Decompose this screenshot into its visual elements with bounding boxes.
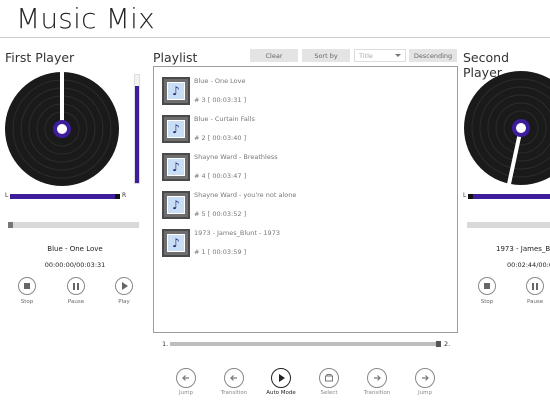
first-player-right-label: R bbox=[122, 192, 127, 199]
jump-forward-label: Jump bbox=[418, 390, 432, 396]
pause-icon bbox=[532, 282, 538, 290]
second-player-track: 1973 - James_Blunt bbox=[496, 245, 550, 253]
album-thumbnail: ♪ bbox=[162, 77, 190, 105]
first-player-seek-bar[interactable] bbox=[8, 222, 139, 228]
playlist-item-meta: # 2 [ 00:03:40 ] bbox=[194, 134, 247, 142]
second-player-pause-label: Pause bbox=[527, 299, 544, 305]
stop-icon bbox=[24, 283, 30, 289]
first-player-time: 00:00:00/00:03:31 bbox=[44, 261, 106, 269]
music-note-icon: ♪ bbox=[172, 236, 180, 250]
album-thumbnail: ♪ bbox=[162, 229, 190, 257]
album-thumbnail: ♪ bbox=[162, 191, 190, 219]
select-icon bbox=[325, 374, 333, 382]
playlist-item-meta: # 4 [ 00:03:47 ] bbox=[194, 172, 247, 180]
playlist-item-meta: # 1 [ 00:03:59 ] bbox=[194, 248, 247, 256]
first-player-pause-button[interactable] bbox=[67, 277, 85, 295]
playlist-item-title: Blue - One Love bbox=[194, 77, 246, 85]
second-player-stop-button[interactable] bbox=[478, 277, 496, 295]
album-thumbnail: ♪ bbox=[162, 115, 190, 143]
music-note-icon: ♪ bbox=[172, 84, 180, 98]
playlist-title: Playlist bbox=[153, 50, 198, 65]
playlist-item-meta: # 5 [ 00:03:52 ] bbox=[194, 210, 247, 218]
select-button[interactable] bbox=[319, 368, 339, 388]
chevron-down-icon bbox=[395, 54, 401, 57]
first-player-stop-button[interactable] bbox=[18, 277, 36, 295]
second-player-time: 00:02:44/00:03 bbox=[507, 261, 550, 269]
play-icon bbox=[279, 374, 285, 382]
second-player-stop-label: Stop bbox=[480, 299, 494, 305]
first-player-play-label: Play bbox=[118, 299, 130, 305]
playlist-list[interactable]: ♪ Blue - One Love # 3 [ 00:03:31 ] ♪ Blu… bbox=[153, 66, 458, 333]
app-title: Music Mix bbox=[16, 2, 155, 35]
clear-button[interactable]: Clear bbox=[250, 49, 298, 62]
first-player-volume-fill bbox=[135, 85, 139, 183]
playlist-item-title: Shayne Ward - Breathless bbox=[194, 153, 278, 161]
first-player-title: First Player bbox=[5, 50, 75, 65]
arrow-left-icon bbox=[182, 375, 189, 381]
sort-field-value: Title bbox=[359, 51, 373, 60]
transition-forward-label: Transition bbox=[363, 390, 391, 396]
auto-mode-label: Auto Mode bbox=[266, 390, 296, 396]
stop-icon bbox=[484, 283, 490, 289]
crossfader-left-label: 1. bbox=[162, 340, 169, 348]
first-player-seek-knob[interactable] bbox=[8, 222, 13, 228]
music-note-icon: ♪ bbox=[172, 198, 180, 212]
arrow-left-icon bbox=[230, 375, 237, 381]
first-player-track: Blue - One Love bbox=[47, 245, 103, 253]
first-player-play-button[interactable] bbox=[115, 277, 133, 295]
sort-by-button[interactable]: Sort by bbox=[302, 49, 350, 62]
first-player-left-label: L bbox=[5, 192, 9, 199]
crossfader-right-label: 2. bbox=[444, 340, 451, 348]
second-player-left-label: L bbox=[463, 192, 467, 199]
play-icon bbox=[122, 282, 128, 290]
second-player-seek-bar[interactable] bbox=[467, 222, 550, 228]
transition-forward-button[interactable] bbox=[367, 368, 387, 388]
jump-back-label: Jump bbox=[179, 390, 193, 396]
header-divider bbox=[0, 37, 550, 38]
second-player-pause-button[interactable] bbox=[526, 277, 544, 295]
first-player-pause-label: Pause bbox=[67, 299, 85, 305]
first-player-balance-bar[interactable] bbox=[10, 194, 116, 199]
music-note-icon: ♪ bbox=[172, 160, 180, 174]
music-note-icon: ♪ bbox=[172, 122, 180, 136]
jump-back-button[interactable] bbox=[176, 368, 196, 388]
second-player-balance-bar[interactable] bbox=[473, 194, 550, 199]
arrow-right-icon bbox=[422, 375, 429, 381]
first-player-balance-knob[interactable] bbox=[115, 194, 120, 199]
crossfader-knob[interactable] bbox=[436, 341, 441, 347]
arrow-right-icon bbox=[374, 375, 381, 381]
playlist-item-title: Blue - Curtain Falls bbox=[194, 115, 255, 123]
album-thumbnail: ♪ bbox=[162, 153, 190, 181]
first-player-stop-label: Stop bbox=[20, 299, 34, 305]
first-player-volume-bar[interactable] bbox=[134, 74, 140, 184]
sort-field-select[interactable]: Title bbox=[354, 49, 406, 62]
second-player-turntable[interactable] bbox=[463, 70, 550, 186]
transition-back-button[interactable] bbox=[224, 368, 244, 388]
jump-forward-button[interactable] bbox=[415, 368, 435, 388]
pause-icon bbox=[73, 282, 79, 290]
playlist-item-title: 1973 - James_Blunt - 1973 bbox=[194, 229, 280, 237]
first-player-turntable[interactable] bbox=[4, 71, 120, 187]
transition-back-label: Transition bbox=[220, 390, 248, 396]
playlist-item-title: Shayne Ward - you're not alone bbox=[194, 191, 297, 199]
select-label: Select bbox=[320, 390, 338, 396]
auto-mode-button[interactable] bbox=[271, 368, 291, 388]
playlist-item-meta: # 3 [ 00:03:31 ] bbox=[194, 96, 247, 104]
crossfader-track[interactable] bbox=[170, 342, 440, 346]
sort-order-button[interactable]: Descending bbox=[409, 49, 457, 62]
